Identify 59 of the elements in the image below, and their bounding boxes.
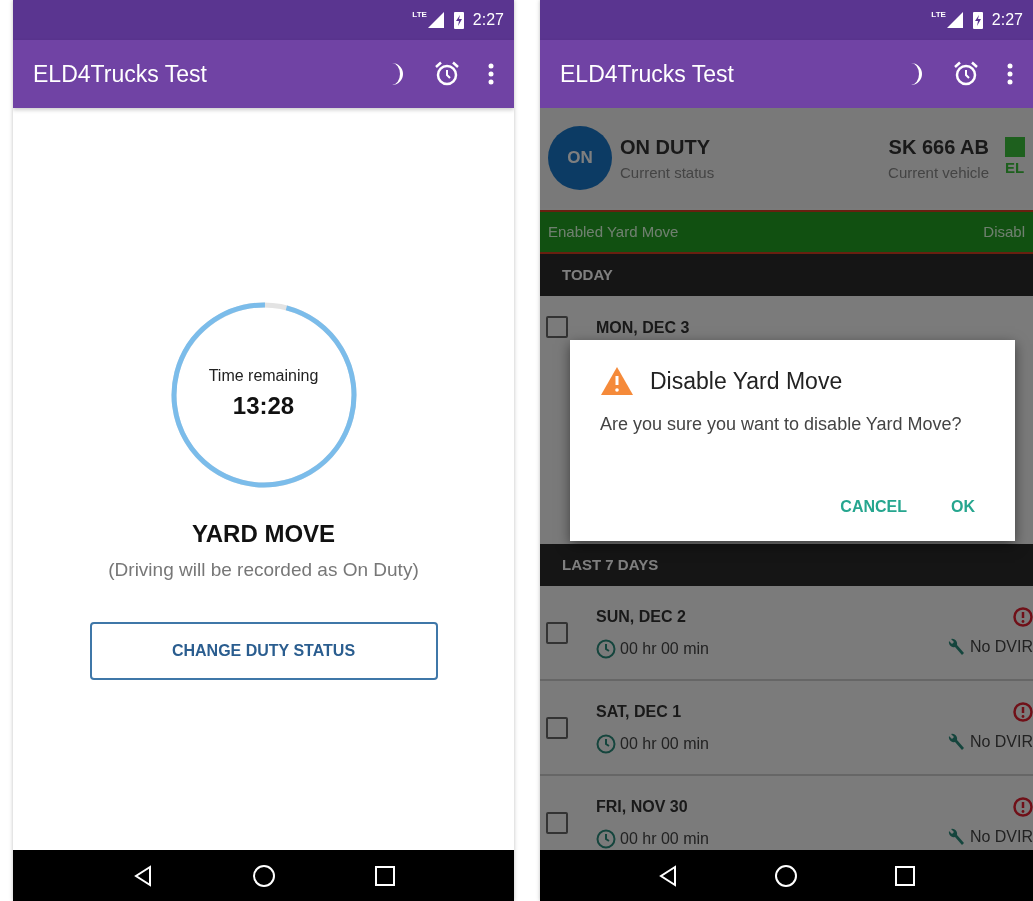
battery-icon — [452, 10, 465, 30]
change-duty-status-button[interactable]: CHANGE DUTY STATUS — [89, 621, 438, 680]
more-menu-icon[interactable] — [488, 63, 494, 85]
more-menu-icon[interactable] — [1007, 63, 1013, 85]
dialog-title: Disable Yard Move — [650, 367, 843, 396]
alert-icon — [1013, 701, 1033, 722]
dvir-status: No DVIR — [969, 731, 1033, 752]
clock-icon — [596, 638, 616, 659]
clock-icon — [596, 733, 616, 754]
home-icon[interactable] — [774, 863, 799, 888]
app-title: ELD4Trucks Test — [560, 59, 735, 89]
duration-text: 00 hr 00 min — [620, 733, 709, 754]
back-icon[interactable] — [132, 864, 153, 887]
alert-icon — [1013, 606, 1033, 627]
network-label: LTE — [412, 9, 427, 21]
status-badge: ON — [548, 126, 612, 190]
signal-icon — [945, 11, 964, 29]
dialog-button[interactable]: OK — [941, 489, 985, 525]
checkbox[interactable] — [546, 811, 568, 834]
section-header: LAST 7 DAYS — [540, 544, 1033, 586]
day-date: MON, DEC 3 — [596, 318, 691, 338]
recents-icon[interactable] — [374, 865, 395, 886]
back-icon[interactable] — [658, 864, 679, 887]
dvir-status: No DVIR — [969, 826, 1033, 847]
clock-icon — [596, 828, 616, 849]
alert-icon — [1013, 796, 1033, 817]
duration-text: 00 hr 00 min — [620, 828, 709, 849]
checkbox[interactable] — [546, 716, 568, 739]
day-date: SAT, DEC 1 — [596, 701, 683, 722]
warning-icon — [600, 366, 634, 397]
status-note: (Driving will be recorded as On Duty) — [108, 558, 419, 582]
status-title: YARD MOVE — [191, 519, 336, 549]
yard-move-text: Enabled Yard Move — [548, 221, 679, 242]
recents-icon[interactable] — [894, 865, 915, 886]
home-icon[interactable] — [251, 863, 276, 888]
dvir-status: No DVIR — [969, 636, 1033, 657]
checkbox[interactable] — [546, 621, 568, 644]
eld-label: EL — [1005, 157, 1025, 178]
alarm-clock-icon[interactable] — [434, 61, 460, 87]
disable-yard-move-link[interactable]: Disabl — [983, 220, 1025, 244]
timer-label: Time remaining — [208, 366, 319, 386]
timer-value: 13:28 — [232, 391, 295, 421]
day-date: SUN, DEC 2 — [596, 606, 687, 627]
checkbox[interactable] — [546, 316, 568, 338]
signal-icon — [426, 11, 445, 29]
day-date: FRI, NOV 30 — [596, 796, 689, 817]
battery-icon — [971, 10, 984, 30]
duration-text: 00 hr 00 min — [620, 638, 709, 659]
dialog-button[interactable]: CANCEL — [830, 489, 917, 525]
status-time: 2:27 — [991, 10, 1023, 30]
status-text: ON DUTY — [620, 134, 711, 160]
app-title: ELD4Trucks Test — [33, 59, 208, 89]
alarm-clock-icon[interactable] — [953, 61, 979, 87]
vehicle-text: SK 666 AB — [888, 134, 989, 160]
dialog-message: Are you sure you want to disable Yard Move? — [600, 412, 963, 436]
status-time: 2:27 — [472, 10, 504, 30]
network-label: LTE — [931, 9, 946, 21]
section-header: TODAY — [540, 254, 1033, 296]
eld-status-icon — [1005, 136, 1025, 157]
